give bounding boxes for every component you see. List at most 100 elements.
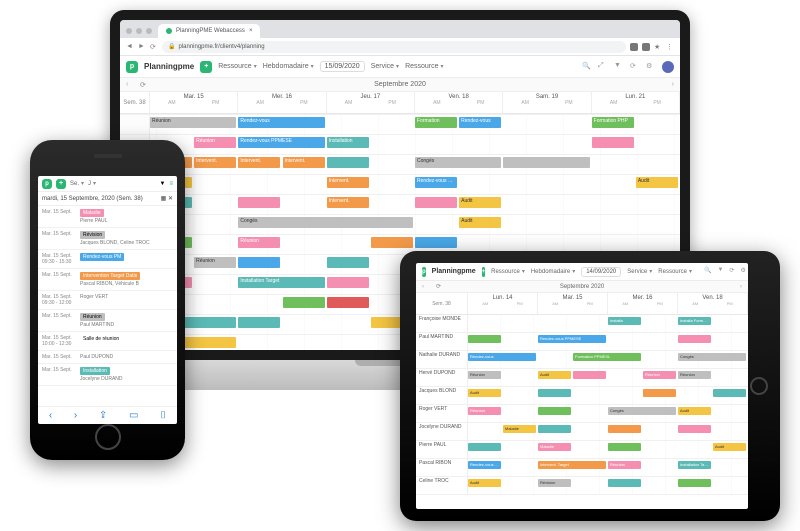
list-item[interactable]: Mar. 15 Sept.InstallationJocelyne DURAND (38, 364, 177, 386)
calendar-event[interactable] (327, 297, 369, 308)
calendar-event[interactable] (592, 137, 634, 148)
calendar-event[interactable] (327, 277, 369, 288)
back-icon[interactable]: ‹ (49, 410, 52, 421)
calendar-event[interactable]: Réunion (643, 371, 676, 379)
refresh-icon[interactable]: ⟳ (140, 81, 146, 89)
grid-icon[interactable]: ▦ (161, 196, 167, 202)
filter-icon[interactable]: ▼ (160, 181, 166, 187)
calendar-event[interactable]: Installa (608, 317, 641, 325)
calendar-event[interactable] (415, 237, 457, 248)
calendar-event[interactable]: Intervent. (327, 197, 369, 208)
calendar-event[interactable]: Audit (459, 217, 501, 228)
calendar-event[interactable]: Intervent. (194, 157, 236, 168)
calendar-event[interactable]: Réunion (468, 371, 501, 379)
address-bar[interactable]: 🔒planningpme.fr/clientv4/planning (162, 41, 626, 53)
forward-icon[interactable]: › (74, 410, 77, 421)
add-button[interactable]: + (56, 179, 66, 189)
calendar-event[interactable] (643, 389, 676, 397)
gear-icon[interactable]: ⚙ (740, 267, 745, 277)
phone-event-list[interactable]: Mar. 15 Sept.MaladiePierre PAULMar. 15 S… (38, 206, 177, 406)
calendar-event[interactable]: Maladie (538, 443, 571, 451)
calendar-event[interactable] (678, 335, 711, 343)
sync-icon[interactable]: ⟳ (630, 62, 640, 72)
calendar-event[interactable] (371, 237, 413, 248)
calendar-event[interactable]: Rendez-vous PPMESE (238, 137, 324, 148)
calendar-event[interactable]: Congés (238, 217, 413, 228)
calendar-event[interactable]: Rendez-vous PM (468, 461, 501, 469)
calendar-event[interactable]: Formation PPMEXL (573, 353, 641, 361)
expand-icon[interactable]: ⤢ (598, 62, 608, 72)
calendar-event[interactable]: Intervent. (283, 157, 325, 168)
extension-icon[interactable] (642, 43, 650, 51)
resource-row[interactable]: Pierre PAULMaladieAudit (416, 441, 748, 459)
tablet-grid[interactable]: Françoise MONDEInstallaInstalla Formatio… (416, 315, 748, 509)
calendar-event[interactable] (678, 479, 711, 487)
refresh-icon[interactable]: ⟳ (436, 283, 441, 290)
calendar-event[interactable]: Congés (608, 407, 676, 415)
resource-row[interactable]: Pascal RIBONRendez-vous PMIntervent. Tar… (416, 459, 748, 477)
next-icon[interactable]: › (740, 284, 742, 290)
gear-icon[interactable]: ⚙ (646, 62, 656, 72)
calendar-event[interactable]: Réunion (678, 371, 711, 379)
search-icon[interactable]: 🔍 (582, 62, 592, 72)
resource-dropdown[interactable]: Ressource (218, 63, 256, 70)
resource-row[interactable]: Jacques BLONDAudit (416, 387, 748, 405)
calendar-event[interactable]: Intervent. (327, 177, 369, 188)
calendar-event[interactable]: Congés (415, 157, 501, 168)
search-icon[interactable]: 🔍 (704, 267, 711, 277)
calendar-event[interactable] (538, 389, 571, 397)
bookmark-icon[interactable]: ★ (654, 43, 662, 51)
resource-dropdown[interactable]: Ressource (491, 268, 525, 275)
calendar-event[interactable]: Rendez-vous (238, 117, 324, 128)
extension-icon[interactable] (630, 43, 638, 51)
user-avatar[interactable] (662, 61, 674, 73)
calendar-event[interactable]: Audit (538, 371, 571, 379)
share-icon[interactable]: ⇪ (99, 410, 107, 421)
list-item[interactable]: Mar. 15 Sept.RévisionJacques BLOND, Celi… (38, 228, 177, 250)
service-filter[interactable]: Service (371, 63, 399, 70)
close-icon[interactable]: × (249, 28, 253, 34)
service-filter[interactable]: Service (627, 268, 652, 275)
calendar-event[interactable] (538, 425, 571, 433)
list-item[interactable]: Mar. 15 Sept.Paul DUPOND (38, 351, 177, 364)
calendar-event[interactable]: Installa Formation (678, 317, 711, 325)
menu-icon[interactable]: ≡ (169, 181, 173, 187)
list-item[interactable]: Mar. 15 Sept.RéunionPaul MARTIND (38, 310, 177, 332)
close-icon[interactable]: ✕ (168, 196, 173, 202)
resource-row[interactable]: Celine TROCAuditRévision (416, 477, 748, 495)
resource-row[interactable]: Nathalie DURANDRendez-vousFormation PPME… (416, 351, 748, 369)
resource-row[interactable]: Paul MARTINDRendez-vous PPMESE (416, 333, 748, 351)
calendar-event[interactable]: Audit (678, 407, 711, 415)
sync-icon[interactable]: ⟳ (729, 267, 734, 277)
add-button[interactable]: + (200, 61, 212, 73)
calendar-event[interactable]: Révision (538, 479, 571, 487)
calendar-event[interactable] (538, 407, 571, 415)
bookmarks-icon[interactable]: ▭ (129, 410, 138, 421)
reload-icon[interactable]: ⟳ (150, 43, 158, 51)
calendar-event[interactable] (608, 443, 641, 451)
calendar-event[interactable]: Réunion (608, 461, 641, 469)
calendar-event[interactable]: Réunion (238, 237, 280, 248)
resource-row[interactable]: Roger VERTRéunionCongésAudit (416, 405, 748, 423)
browser-tab[interactable]: PlanningPME Webaccess× (158, 24, 260, 38)
calendar-event[interactable] (468, 443, 501, 451)
resource-row[interactable]: Hervé DUPONDRéunionAuditRéunionRéunion (416, 369, 748, 387)
prev-icon[interactable]: ‹ (422, 284, 424, 290)
list-item[interactable]: Mar. 15 Sept. 09:30 - 12:00Roger VERT (38, 291, 177, 310)
calendar-event[interactable] (238, 197, 280, 208)
resource-filter[interactable]: Ressource (405, 63, 443, 70)
calendar-event[interactable]: Rendez-vous PPMESE (538, 335, 606, 343)
calendar-event[interactable] (327, 257, 369, 268)
calendar-event[interactable]: Maladie (503, 425, 536, 433)
resource-filter[interactable]: Ressource (658, 268, 692, 275)
filter-icon[interactable]: ▼ (614, 62, 624, 72)
calendar-event[interactable] (238, 317, 280, 328)
calendar-event[interactable]: Installation (327, 137, 369, 148)
calendar-event[interactable]: Formation (415, 117, 457, 128)
calendar-event[interactable]: Formation PHP (592, 117, 634, 128)
add-button[interactable]: + (482, 267, 486, 277)
calendar-event[interactable]: Réunion (468, 407, 501, 415)
calendar-event[interactable] (503, 157, 589, 168)
calendar-event[interactable] (608, 425, 641, 433)
filter-icon[interactable]: ▼ (717, 267, 723, 277)
